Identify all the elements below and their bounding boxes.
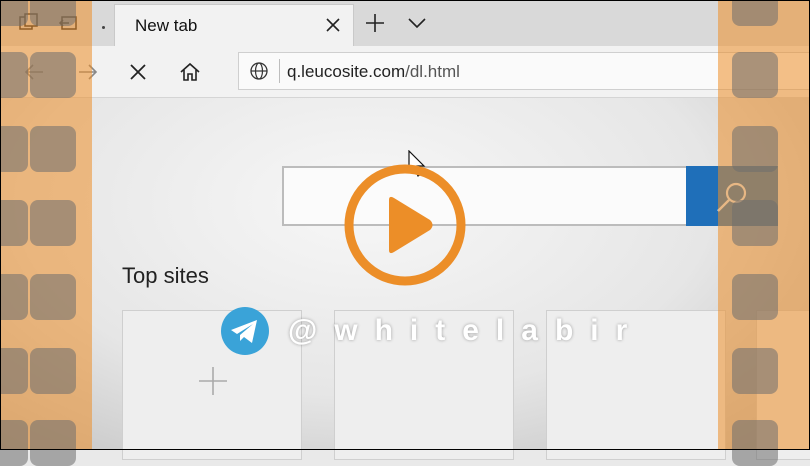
- address-separator: [279, 59, 280, 83]
- film-hole: [732, 200, 778, 246]
- film-hole: [732, 420, 778, 466]
- top-sites-heading: Top sites: [122, 263, 209, 288]
- url-text[interactable]: q.leucosite.com/dl.html: [287, 62, 460, 82]
- film-hole: [732, 0, 778, 26]
- film-hole: [30, 0, 76, 26]
- film-hole: [732, 348, 778, 394]
- close-icon[interactable]: [323, 15, 343, 35]
- url-domain: q.leucosite.com: [287, 62, 406, 81]
- chevron-down-icon[interactable]: [406, 14, 428, 32]
- film-hole: [30, 274, 76, 320]
- film-hole: [30, 126, 76, 172]
- film-strip-left: [0, 0, 92, 466]
- film-hole: [30, 420, 76, 466]
- film-hole: [0, 0, 28, 26]
- film-hole: [0, 52, 28, 98]
- film-hole: [732, 52, 778, 98]
- film-hole: [0, 274, 28, 320]
- navigation-bar: q.leucosite.com/dl.html: [0, 46, 810, 98]
- film-hole: [732, 126, 778, 172]
- film-hole: [732, 274, 778, 320]
- tab-new-tab[interactable]: New tab: [114, 4, 354, 46]
- film-hole: [0, 348, 28, 394]
- url-path: /dl.html: [405, 62, 460, 81]
- film-hole: [30, 200, 76, 246]
- tab-title: New tab: [135, 16, 198, 35]
- film-hole: [0, 420, 28, 466]
- add-site-tile[interactable]: [122, 310, 302, 460]
- separator-dot: [102, 26, 105, 29]
- home-icon[interactable]: [178, 60, 202, 84]
- play-icon[interactable]: [342, 162, 468, 288]
- film-strip-right: [718, 0, 810, 466]
- film-hole: [30, 348, 76, 394]
- stop-icon[interactable]: [126, 60, 150, 84]
- plus-icon[interactable]: [364, 12, 386, 34]
- watermark-handle: @whitelabir: [288, 314, 645, 347]
- film-hole: [30, 52, 76, 98]
- film-hole: [0, 126, 28, 172]
- globe-icon: [250, 62, 268, 80]
- add-icon: [199, 367, 227, 395]
- tab-strip: New tab: [0, 0, 810, 46]
- film-hole: [0, 200, 28, 246]
- telegram-icon: [221, 307, 269, 355]
